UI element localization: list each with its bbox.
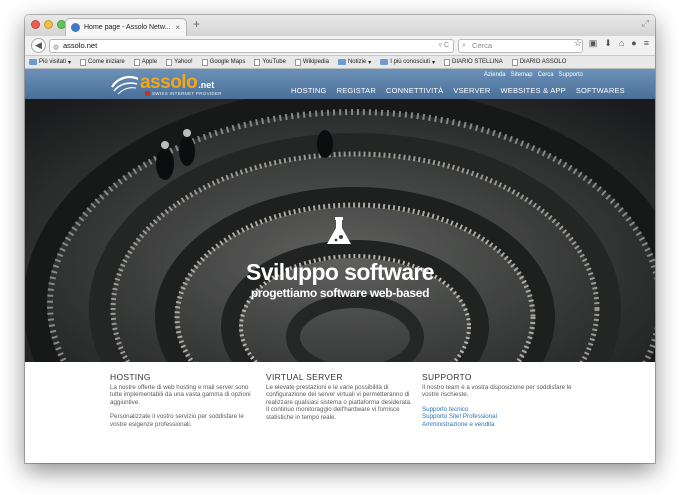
- web-page: assolo .net SWISS INTERNET PROVIDER Azie…: [25, 69, 655, 463]
- bookmark-star-icon[interactable]: ☆: [574, 38, 582, 49]
- support-link-professional[interactable]: Supporto Site! Professional: [422, 413, 572, 421]
- clipboard-icon[interactable]: ▣: [589, 38, 598, 49]
- bookmark-item[interactable]: Più visitati ▾: [29, 59, 71, 66]
- reload-icon[interactable]: ▿ C: [438, 40, 449, 52]
- support-column: SUPPORTO Il nostro team è a vostra dispo…: [422, 372, 572, 429]
- tab-title: Home page - Assolo Netw...: [84, 24, 171, 31]
- bookmarks-bar: Più visitati ▾ Come iniziare Apple Yahoo…: [25, 56, 655, 69]
- bookmark-item[interactable]: Google Maps: [201, 58, 245, 66]
- vserver-title: VIRTUAL SERVER: [266, 372, 343, 382]
- page-icon: [254, 58, 261, 66]
- browser-window: Home page - Assolo Netw... × + ⤢ ◀ ◍ ass…: [25, 15, 655, 463]
- support-title: SUPPORTO: [422, 372, 472, 382]
- flask-icon: [327, 217, 351, 244]
- logo-suffix: .net: [198, 80, 215, 90]
- vserver-text: Le elevate prestazioni e le varie possib…: [266, 383, 412, 406]
- logo-word: assolo: [140, 72, 198, 93]
- minimize-window-icon[interactable]: [44, 20, 53, 29]
- swoosh-logo-icon: [111, 76, 139, 95]
- nav-hosting[interactable]: HOSTING: [291, 86, 327, 95]
- bookmark-item[interactable]: Wikipedia: [294, 58, 329, 66]
- chat-icon[interactable]: ●: [631, 38, 636, 49]
- nav-connettivita[interactable]: CONNETTIVITÀ: [386, 86, 443, 95]
- nav-registar[interactable]: REGISTAR: [337, 86, 376, 95]
- bookmark-item[interactable]: DIARIO ASSOLO: [511, 58, 566, 66]
- folder-icon: [337, 59, 346, 65]
- main-navigation: HOSTING REGISTAR CONNETTIVITÀ VSERVER WE…: [291, 86, 625, 95]
- feature-columns: HOSTING La nostre offerte di web hosting…: [25, 362, 655, 463]
- bookmark-item[interactable]: Yahoo!: [166, 58, 193, 66]
- hero-banner: assolo .net SWISS INTERNET PROVIDER Azie…: [25, 69, 655, 362]
- folder-icon: [380, 59, 389, 65]
- utility-link-supporto[interactable]: Supporto: [559, 72, 583, 78]
- folder-icon: [29, 59, 37, 65]
- logo-tagline: SWISS INTERNET PROVIDER: [145, 91, 222, 96]
- utility-link-azienda[interactable]: Azienda: [484, 72, 506, 78]
- page-icon: [80, 58, 87, 66]
- nav-websites-app[interactable]: WEBSITES & APP: [500, 86, 565, 95]
- search-placeholder: Cerca: [472, 41, 493, 50]
- fullscreen-icon[interactable]: ⤢: [642, 18, 649, 29]
- close-window-icon[interactable]: [31, 20, 40, 29]
- bookmark-item[interactable]: DIARIO STELLINA: [444, 58, 503, 66]
- close-tab-icon[interactable]: ×: [175, 19, 180, 36]
- swiss-flag-icon: [145, 91, 150, 96]
- window-controls: [31, 20, 66, 29]
- browser-tab[interactable]: Home page - Assolo Netw... ×: [65, 18, 187, 36]
- address-bar[interactable]: ◍ assolo.net ▿ C: [49, 39, 454, 53]
- page-icon: [444, 58, 451, 66]
- download-icon[interactable]: ⬇: [604, 38, 612, 49]
- support-text: Il nostro team è a vostra disposizione p…: [422, 383, 572, 399]
- back-button[interactable]: ◀: [31, 38, 46, 53]
- nav-vserver[interactable]: VSERVER: [453, 86, 490, 95]
- navigation-toolbar: ◀ ◍ assolo.net ▿ C ⌕ Cerca ☆ ▣ ⬇ ⌂ ● ≡: [25, 36, 655, 56]
- nav-softwares[interactable]: SOFTWARES: [576, 86, 625, 95]
- utility-link-sitemap[interactable]: Sitemap: [511, 72, 533, 78]
- bookmark-item[interactable]: YouTube: [254, 58, 286, 66]
- utility-links: Azienda Sitemap Cerca Supporto: [484, 72, 583, 78]
- support-link-technical[interactable]: Supporto tecnico: [422, 406, 572, 414]
- vserver-text-2: Il continuo monitoraggio dell'hardware v…: [266, 406, 400, 421]
- tab-strip: Home page - Assolo Netw... × + ⤢: [25, 15, 655, 36]
- search-icon: ⌕: [462, 42, 466, 49]
- hero-subtitle: progettiamo software web-based: [250, 286, 430, 300]
- url-text: assolo.net: [63, 41, 98, 50]
- globe-icon: ◍: [53, 44, 60, 51]
- page-icon: [133, 58, 140, 66]
- bookmark-item[interactable]: I più conosciuti ▾: [380, 59, 435, 66]
- search-box[interactable]: ⌕ Cerca: [458, 39, 583, 53]
- hero-title: Sviluppo software: [246, 259, 434, 285]
- bookmark-item[interactable]: Come iniziare: [80, 58, 125, 66]
- menu-icon[interactable]: ≡: [644, 38, 649, 49]
- utility-link-cerca[interactable]: Cerca: [538, 72, 554, 78]
- toolbar-icons: ☆ ▣ ⬇ ⌂ ● ≡: [574, 38, 649, 49]
- bookmark-item[interactable]: Notizie ▾: [337, 59, 371, 66]
- new-tab-icon[interactable]: +: [193, 17, 200, 31]
- vserver-column: VIRTUAL SERVER Le elevate prestazioni e …: [266, 372, 416, 429]
- hosting-text-2: Personalizzate il vostro servizio per so…: [110, 413, 244, 428]
- support-link-sales[interactable]: Amministrazione e vendita: [422, 421, 572, 429]
- hosting-column: HOSTING La nostre offerte di web hosting…: [110, 372, 260, 436]
- site-favicon-icon: [71, 23, 80, 32]
- page-icon: [511, 58, 518, 66]
- bookmark-item[interactable]: Apple: [133, 58, 157, 66]
- page-icon: [166, 58, 173, 66]
- home-icon[interactable]: ⌂: [619, 38, 624, 49]
- page-icon: [294, 58, 301, 66]
- page-icon: [201, 58, 208, 66]
- site-header: assolo .net SWISS INTERNET PROVIDER Azie…: [25, 69, 655, 99]
- hosting-title: HOSTING: [110, 372, 151, 382]
- hosting-text: La nostre offerte di web hosting e mail …: [110, 383, 251, 406]
